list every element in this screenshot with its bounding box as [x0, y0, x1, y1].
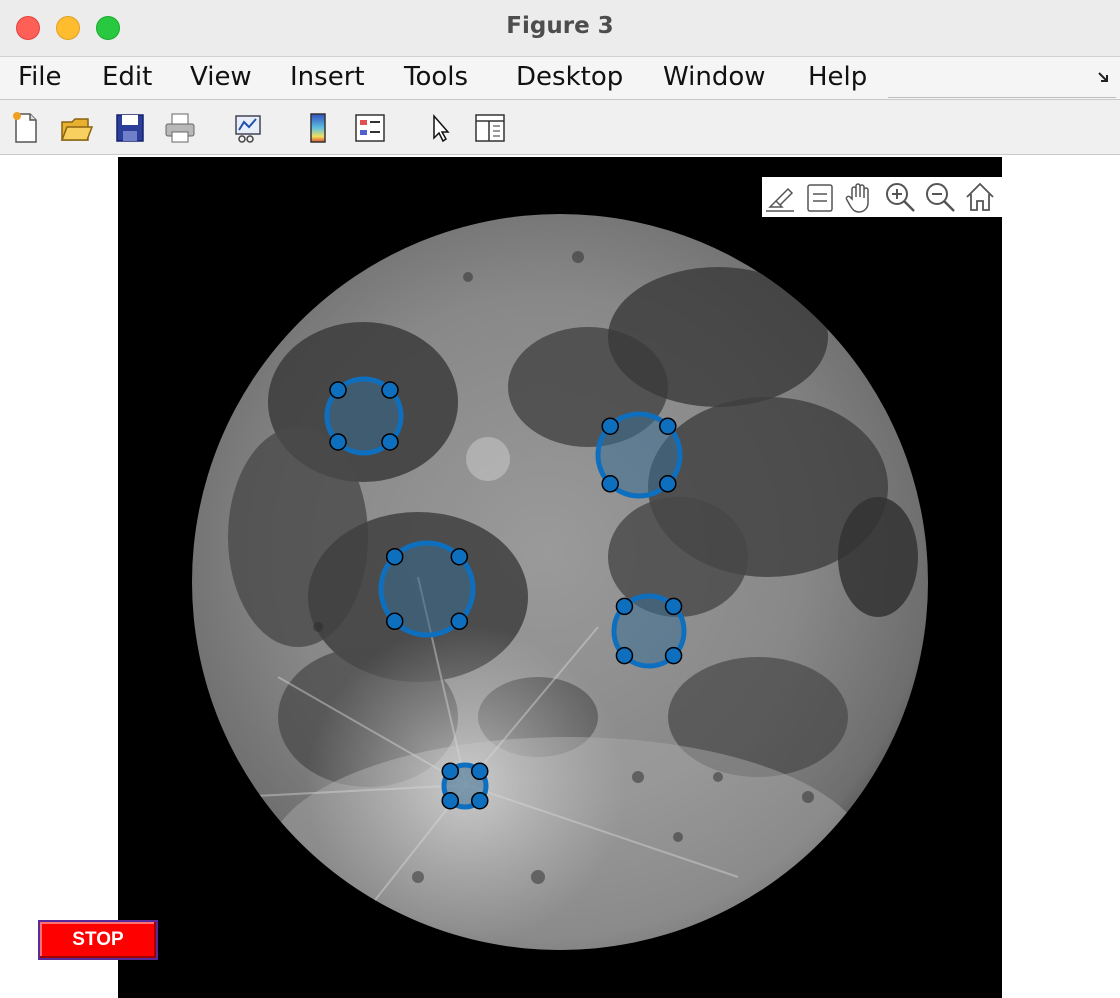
- save-icon[interactable]: [112, 110, 148, 146]
- axes-toolbar: [762, 177, 1002, 217]
- zoom-out-icon[interactable]: [922, 179, 958, 215]
- roi-vertex-handle[interactable]: [470, 791, 489, 810]
- menu-desktop[interactable]: Desktop: [516, 62, 623, 92]
- roi-circle-2[interactable]: [595, 411, 683, 499]
- menu-divider: [888, 97, 1116, 98]
- menu-help[interactable]: Help: [808, 62, 867, 92]
- property-inspector-icon[interactable]: [472, 110, 508, 146]
- roi-vertex-handle[interactable]: [329, 433, 347, 451]
- link-plot-icon[interactable]: [230, 110, 266, 146]
- roi-vertex-handle[interactable]: [659, 475, 677, 493]
- menu-edit[interactable]: Edit: [102, 62, 152, 92]
- menu-insert[interactable]: Insert: [290, 62, 365, 92]
- menu-file[interactable]: File: [18, 62, 62, 92]
- insert-legend-icon[interactable]: [352, 110, 388, 146]
- roi-vertex-handle[interactable]: [441, 762, 460, 781]
- roi-vertex-handle[interactable]: [450, 547, 469, 566]
- roi-circle-5[interactable]: [441, 762, 489, 810]
- roi-vertex-handle[interactable]: [615, 646, 634, 665]
- moon-image: [118, 157, 1002, 998]
- brush-icon[interactable]: [762, 179, 798, 215]
- new-figure-icon[interactable]: [8, 110, 44, 146]
- roi-vertex-handle[interactable]: [450, 612, 469, 631]
- roi-vertex-handle[interactable]: [381, 381, 399, 399]
- roi-vertex-handle[interactable]: [329, 381, 347, 399]
- roi-vertex-handle[interactable]: [381, 433, 399, 451]
- menu-window[interactable]: Window: [663, 62, 766, 92]
- menu-bar: File Edit View Insert Tools Desktop Wind…: [0, 57, 1120, 99]
- insert-colorbar-icon[interactable]: [300, 110, 336, 146]
- dock-arrow-icon[interactable]: [1097, 70, 1111, 84]
- print-icon[interactable]: [162, 110, 198, 146]
- roi-vertex-handle[interactable]: [664, 597, 683, 616]
- roi-vertex-handle[interactable]: [385, 612, 404, 631]
- roi-vertex-handle[interactable]: [601, 475, 619, 493]
- window-title: Figure 3: [506, 13, 614, 39]
- roi-vertex-handle[interactable]: [470, 762, 489, 781]
- menu-tools[interactable]: Tools: [404, 62, 468, 92]
- menu-view[interactable]: View: [190, 62, 252, 92]
- image-axes[interactable]: [118, 157, 1002, 998]
- figure-toolbar: [0, 99, 1120, 155]
- roi-vertex-handle[interactable]: [441, 791, 460, 810]
- zoom-in-icon[interactable]: [882, 179, 918, 215]
- roi-vertex-handle[interactable]: [664, 646, 683, 665]
- title-bar: Figure 3: [0, 0, 1120, 57]
- roi-circle-3[interactable]: [378, 540, 476, 638]
- roi-vertex-handle[interactable]: [615, 597, 634, 616]
- roi-vertex-handle[interactable]: [385, 547, 404, 566]
- home-restore-icon[interactable]: [962, 179, 998, 215]
- roi-circle-4[interactable]: [611, 593, 687, 669]
- data-tips-icon[interactable]: [802, 179, 838, 215]
- stop-button[interactable]: STOP: [38, 920, 158, 960]
- pan-hand-icon[interactable]: [842, 179, 878, 215]
- edit-plot-arrow-icon[interactable]: [422, 110, 458, 146]
- open-file-icon[interactable]: [58, 110, 94, 146]
- roi-vertex-handle[interactable]: [659, 417, 677, 435]
- roi-vertex-handle[interactable]: [601, 417, 619, 435]
- roi-circle-1[interactable]: [324, 376, 404, 456]
